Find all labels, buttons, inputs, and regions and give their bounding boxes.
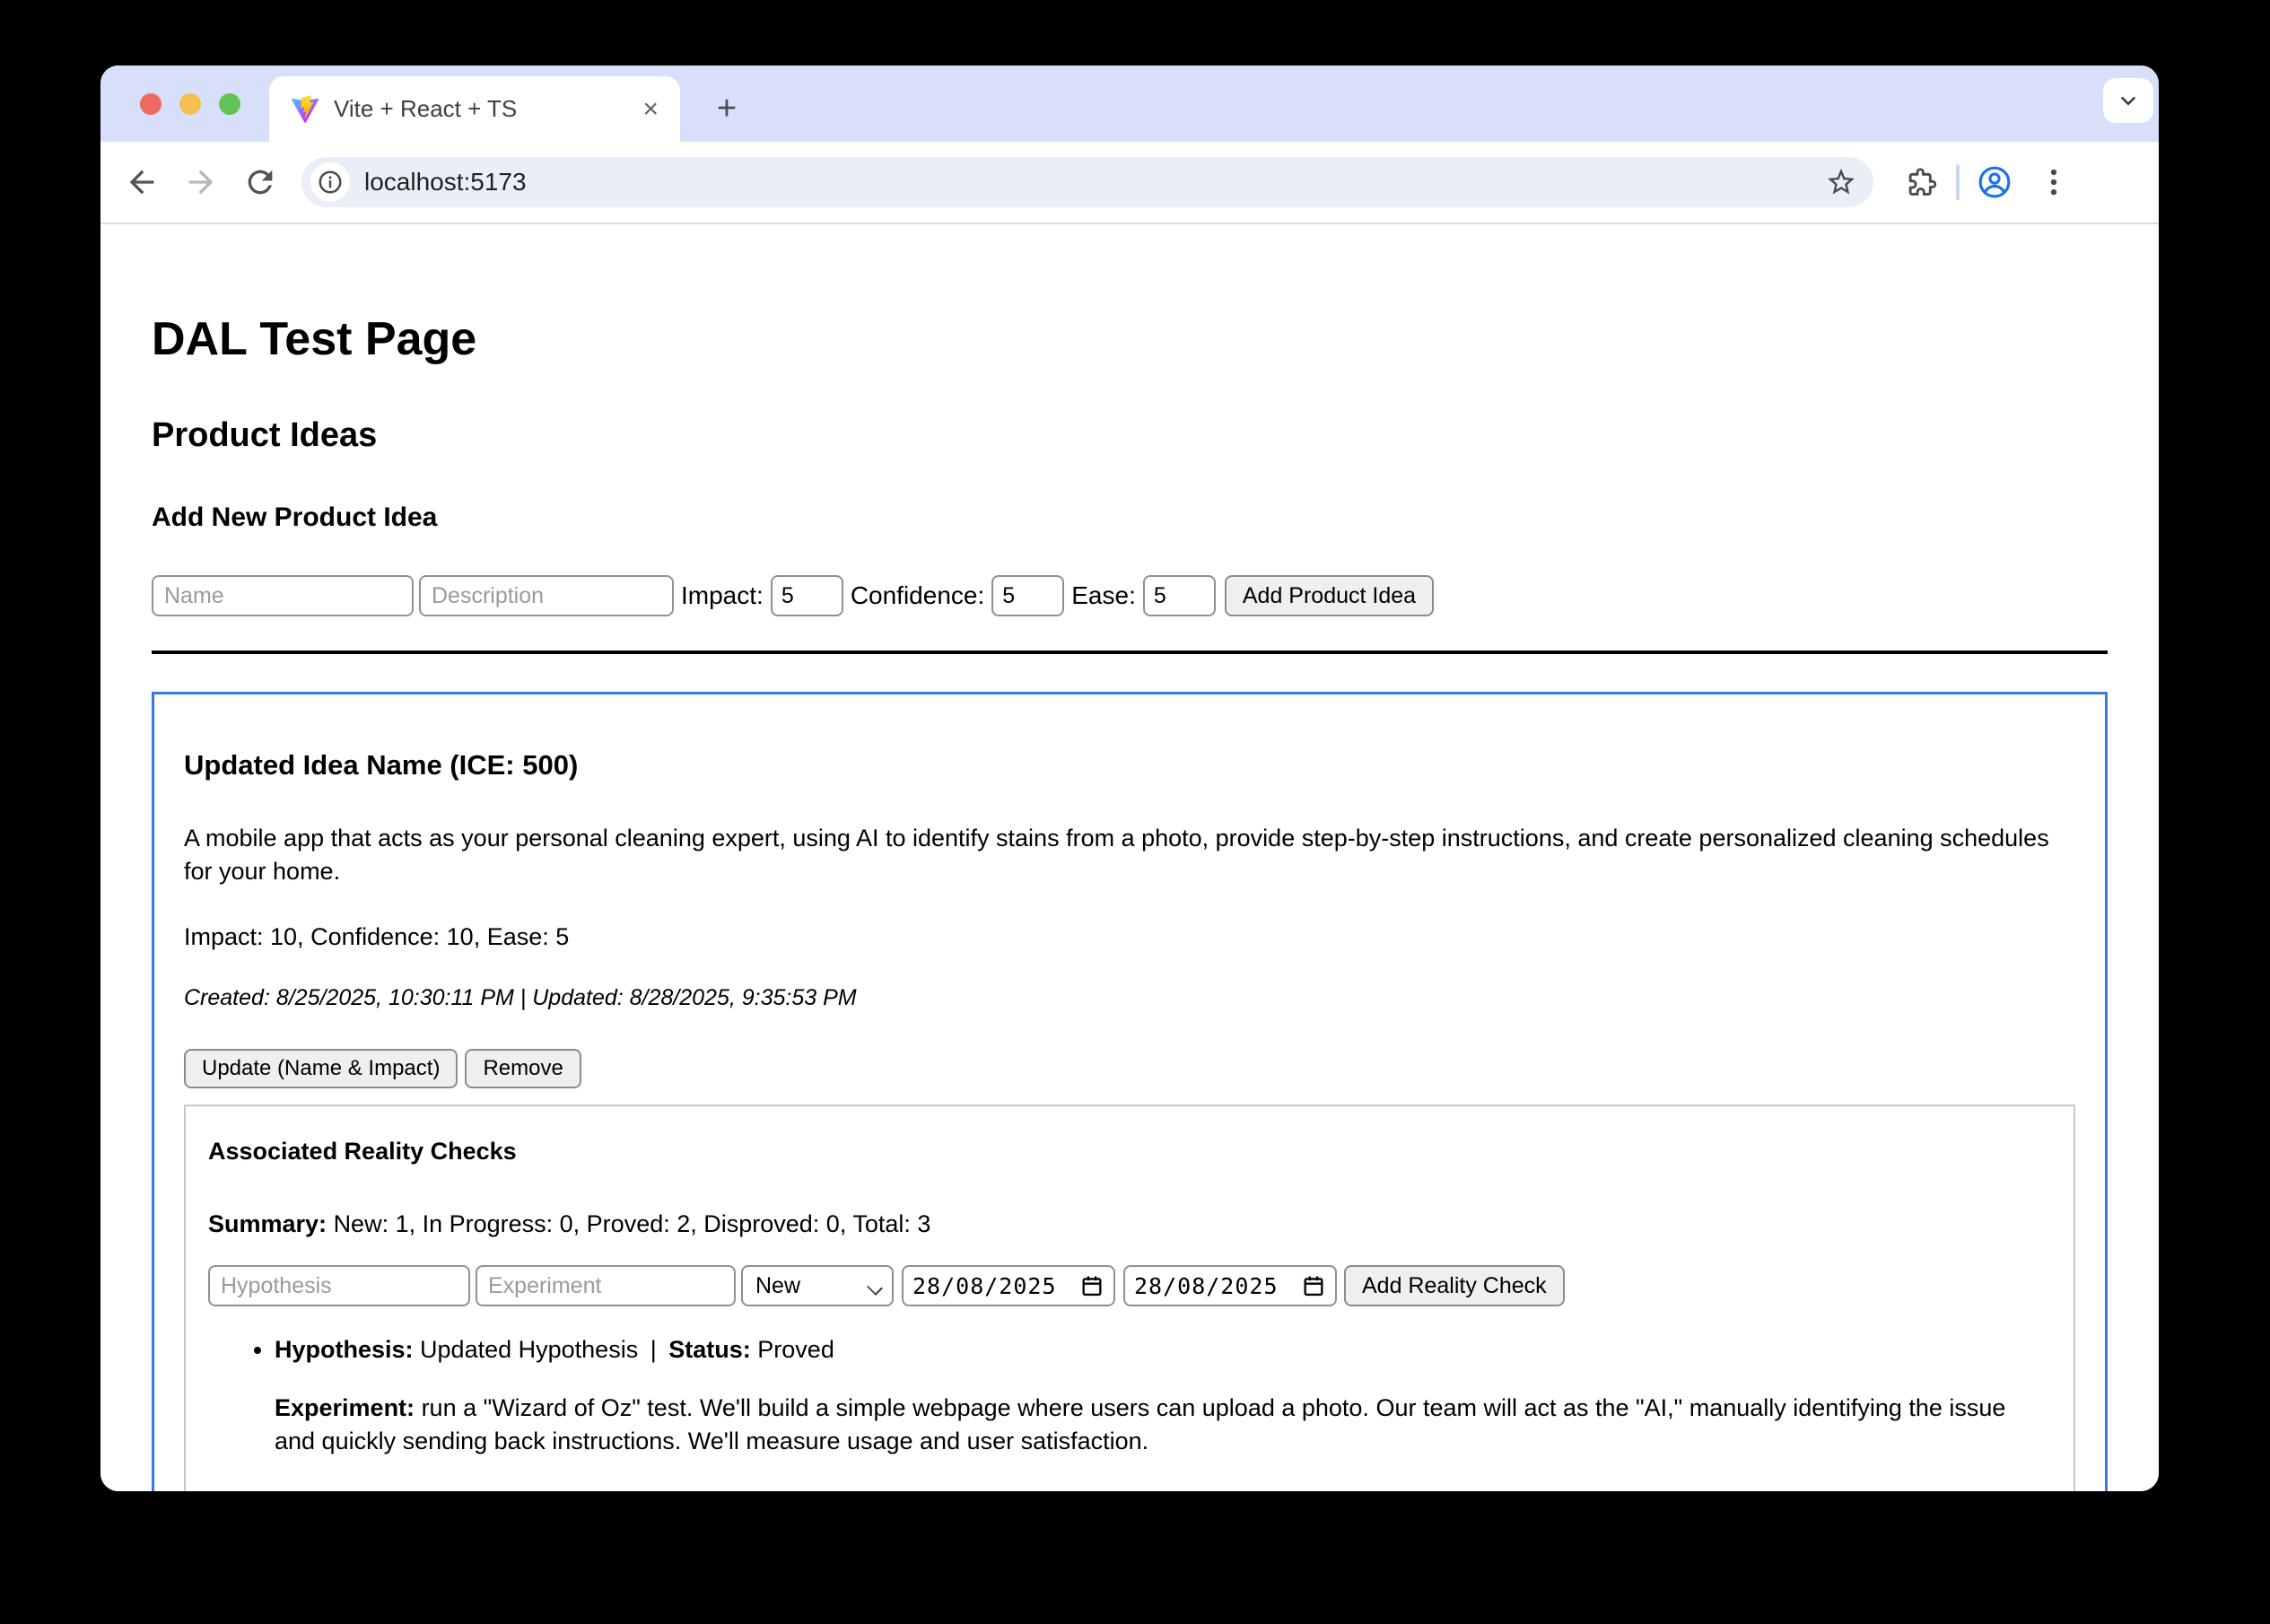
bookmark-star-icon[interactable] <box>1825 166 1857 198</box>
impact-input[interactable] <box>771 575 843 616</box>
url-text[interactable]: localhost:5173 <box>364 168 1825 196</box>
chevron-down-icon <box>2117 89 2140 112</box>
page-title: DAL Test Page <box>152 312 2108 366</box>
confidence-label: Confidence: <box>851 581 984 610</box>
zoom-window-button[interactable] <box>219 93 240 115</box>
status-select[interactable]: New <box>741 1265 894 1306</box>
menu-dots-icon[interactable] <box>2037 165 2071 199</box>
idea-timestamps: Created: 8/25/2025, 10:30:11 PM | Update… <box>184 982 2075 1014</box>
start-date-input[interactable]: 28/08/2025 <box>902 1265 1115 1306</box>
toolbar-divider <box>1956 164 1960 200</box>
name-input[interactable] <box>152 575 414 616</box>
start-date-value: 28/08/2025 <box>912 1273 1079 1299</box>
reload-icon <box>242 164 278 200</box>
end-date-value: 28/08/2025 <box>1134 1273 1301 1299</box>
tab-title: Vite + React + TS <box>334 95 637 123</box>
address-bar[interactable]: localhost:5173 <box>301 157 1873 207</box>
idea-card: Updated Idea Name (ICE: 500) A mobile ap… <box>152 692 2108 1491</box>
extensions-icon[interactable] <box>1904 165 1938 199</box>
status-select-value: New <box>755 1273 800 1299</box>
reality-check-headline: Hypothesis: Updated Hypothesis | Status:… <box>275 1333 2051 1366</box>
impact-label: Impact: <box>681 581 764 610</box>
new-tab-button[interactable]: + <box>703 85 750 132</box>
reality-checks-heading: Associated Reality Checks <box>208 1137 2051 1166</box>
toolbar-actions <box>1891 164 2083 200</box>
confidence-input[interactable] <box>991 575 1064 616</box>
ease-label: Ease: <box>1071 581 1136 610</box>
idea-title: Updated Idea Name (ICE: 500) <box>184 748 2075 782</box>
experiment-input[interactable] <box>476 1265 736 1306</box>
idea-description: A mobile app that acts as your personal … <box>184 822 2075 888</box>
add-idea-heading: Add New Product Idea <box>152 502 2108 534</box>
idea-scores: Impact: 10, Confidence: 10, Ease: 5 <box>184 921 2075 954</box>
separator: | <box>650 1336 657 1363</box>
add-product-idea-button[interactable]: Add Product Idea <box>1225 575 1434 616</box>
web-page: DAL Test Page Product Ideas Add New Prod… <box>100 226 2159 1491</box>
add-idea-form: Impact: Confidence: Ease: Add Product Id… <box>152 575 2108 616</box>
forward-button[interactable] <box>183 164 219 200</box>
traffic-lights <box>140 93 240 115</box>
hypothesis-label: Hypothesis: <box>275 1336 414 1363</box>
reality-check-item: Hypothesis: Updated Hypothesis | Status:… <box>275 1333 2051 1458</box>
tab-search-chevron-button[interactable] <box>2103 78 2153 123</box>
hypothesis-text: Updated Hypothesis <box>420 1336 638 1363</box>
profile-icon[interactable] <box>1978 165 2012 199</box>
summary-text: New: 1, In Progress: 0, Proved: 2, Dispr… <box>334 1210 931 1237</box>
reload-button[interactable] <box>242 164 278 200</box>
browser-window: Vite + React + TS × + localhost <box>100 65 2159 1491</box>
experiment-label: Experiment: <box>275 1394 415 1421</box>
reality-checks-summary: Summary: New: 1, In Progress: 0, Proved:… <box>208 1209 2051 1239</box>
update-idea-button[interactable]: Update (Name & Impact) <box>184 1049 458 1088</box>
reality-check-list: Hypothesis: Updated Hypothesis | Status:… <box>208 1333 2051 1458</box>
hypothesis-input[interactable] <box>208 1265 470 1306</box>
end-date-input[interactable]: 28/08/2025 <box>1123 1265 1337 1306</box>
back-button[interactable] <box>124 164 160 200</box>
section-title: Product Ideas <box>152 415 2108 455</box>
site-info-chip[interactable] <box>310 162 350 202</box>
info-icon <box>317 169 344 196</box>
minimize-window-button[interactable] <box>179 93 201 115</box>
description-input[interactable] <box>419 575 674 616</box>
summary-label: Summary: <box>208 1210 327 1237</box>
add-reality-check-button[interactable]: Add Reality Check <box>1344 1265 1565 1306</box>
ease-input[interactable] <box>1143 575 1216 616</box>
status-label: Status: <box>668 1336 751 1363</box>
browser-tab[interactable]: Vite + React + TS × <box>269 76 680 142</box>
experiment-text: run a "Wizard of Oz" test. We'll build a… <box>275 1394 2005 1454</box>
tab-strip: Vite + React + TS × + <box>100 65 2159 142</box>
calendar-icon[interactable] <box>1301 1273 1326 1298</box>
select-chevron-icon <box>867 1279 883 1296</box>
browser-toolbar: localhost:5173 <box>100 142 2159 224</box>
calendar-icon[interactable] <box>1079 1273 1104 1298</box>
experiment-line: Experiment: run a "Wizard of Oz" test. W… <box>275 1392 2051 1458</box>
add-reality-check-form: New 28/08/2025 28/08/2025 <box>208 1265 2051 1306</box>
tab-close-icon[interactable]: × <box>637 94 664 125</box>
back-arrow-icon <box>124 164 160 200</box>
reality-checks-box: Associated Reality Checks Summary: New: … <box>184 1104 2075 1491</box>
idea-actions: Update (Name & Impact) Remove <box>184 1049 2075 1088</box>
close-window-button[interactable] <box>140 93 162 115</box>
divider-rule <box>152 650 2108 654</box>
status-text: Proved <box>757 1336 834 1363</box>
forward-arrow-icon <box>183 164 219 200</box>
remove-idea-button[interactable]: Remove <box>465 1049 581 1088</box>
vite-favicon-icon <box>291 95 319 124</box>
